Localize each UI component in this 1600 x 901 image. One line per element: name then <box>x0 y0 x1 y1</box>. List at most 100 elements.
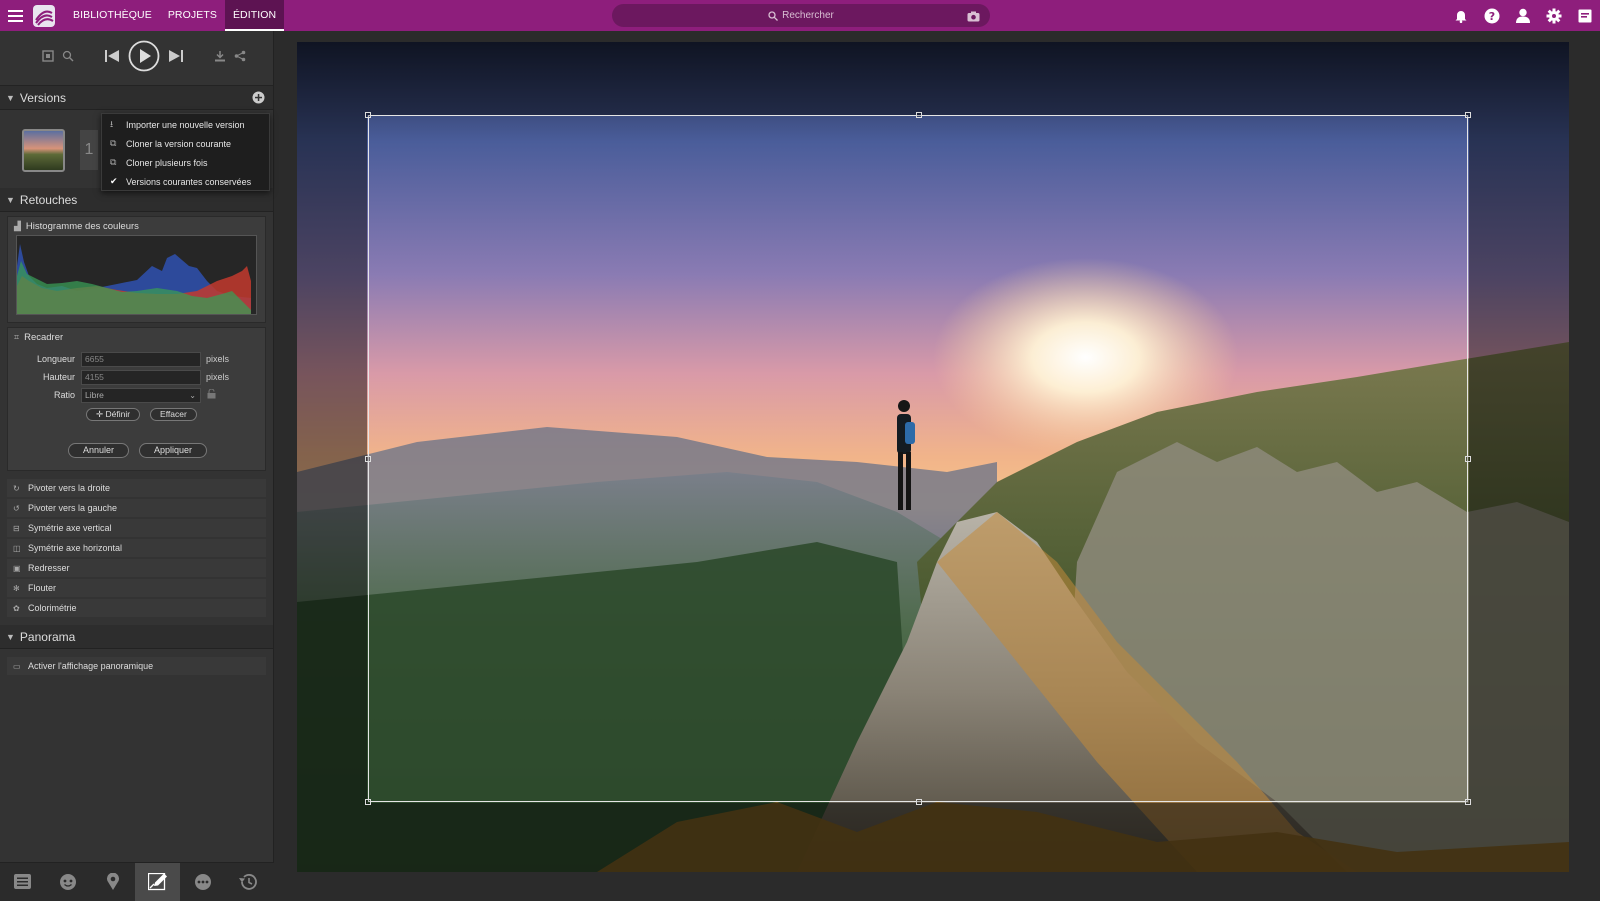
copy-icon: ⧉ <box>110 157 117 167</box>
help-icon[interactable]: ? <box>1482 6 1501 25</box>
bell-icon[interactable] <box>1451 6 1470 25</box>
retouches-header[interactable]: ▼ Retouches <box>0 188 273 212</box>
tool-flip-horizontal[interactable]: ◫ Symétrie axe horizontal <box>7 539 266 557</box>
tool-rotate-right[interactable]: ↻ Pivoter vers la droite <box>7 479 266 497</box>
define-button[interactable]: ✛ Définir <box>86 408 141 421</box>
crop-handle-bottom-left[interactable] <box>365 799 371 805</box>
collapse-triangle-icon[interactable]: ▼ <box>6 93 15 103</box>
cancel-button[interactable]: Annuler <box>68 443 130 458</box>
hamburger-menu-icon[interactable] <box>0 0 31 31</box>
length-label: Longueur <box>36 354 75 364</box>
tool-label: Pivoter vers la droite <box>28 483 111 493</box>
search-input[interactable]: Rechercher <box>782 10 834 21</box>
crop-handle-top-left[interactable] <box>365 112 371 118</box>
nav-projects[interactable]: PROJETS <box>160 0 225 31</box>
user-icon[interactable] <box>1513 6 1532 25</box>
collapse-triangle-icon[interactable]: ▼ <box>6 195 15 205</box>
define-label: Définir <box>105 409 131 419</box>
map-pin-icon <box>106 872 119 890</box>
height-row: Hauteur 4155 pixels <box>8 368 265 386</box>
search-bar[interactable]: Rechercher <box>612 4 990 27</box>
svg-text:?: ? <box>1488 10 1494 23</box>
rotate-left-icon: ↺ <box>13 503 20 513</box>
version-thumbnail[interactable] <box>22 129 65 172</box>
menu-label: Cloner la version courante <box>126 138 232 149</box>
panorama-toggle[interactable]: ▭ Activer l'affichage panoramique <box>7 657 266 675</box>
crop-handle-right[interactable] <box>1465 456 1471 462</box>
lock-icon[interactable] <box>207 388 216 401</box>
tab-edit[interactable] <box>135 862 180 901</box>
skip-previous-icon[interactable] <box>104 48 120 69</box>
tool-label: Symétrie axe vertical <box>28 523 112 533</box>
check-icon: ✔ <box>110 176 118 186</box>
clear-button[interactable]: Effacer <box>150 408 197 421</box>
nav-edition[interactable]: ÉDITION <box>224 0 285 31</box>
length-input[interactable]: 6655 <box>81 351 201 367</box>
panorama-toggle-label: Activer l'affichage panoramique <box>28 661 154 671</box>
main-nav: BIBLIOTHÈQUE PROJETS ÉDITION <box>65 0 285 31</box>
menu-import-version[interactable]: ⭳ Importer une nouvelle version <box>102 115 269 134</box>
ratio-select[interactable]: Libre ⌄ <box>81 387 201 403</box>
panorama-icon: ▭ <box>13 661 21 671</box>
panel-icon[interactable] <box>1575 6 1594 25</box>
more-icon <box>194 873 211 890</box>
camera-icon[interactable] <box>967 9 980 27</box>
player-toolbar <box>0 31 273 86</box>
crop-handle-top-right[interactable] <box>1465 112 1471 118</box>
menu-clone-multiple[interactable]: ⧉ Cloner plusieurs fois <box>102 153 269 172</box>
crop-handle-left[interactable] <box>365 456 371 462</box>
color-histogram <box>16 235 257 315</box>
crop-header[interactable]: ⌗ Recadrer <box>8 328 265 346</box>
tab-faces[interactable] <box>45 863 90 901</box>
tool-label: Symétrie axe horizontal <box>28 543 123 553</box>
height-input[interactable]: 4155 <box>81 369 201 385</box>
crop-handle-bottom-right[interactable] <box>1465 799 1471 805</box>
menu-clone-current[interactable]: ⧉ Cloner la version courante <box>102 134 269 153</box>
collapse-triangle-icon[interactable]: ▼ <box>6 632 15 642</box>
tab-location[interactable] <box>90 863 135 901</box>
app-logo[interactable] <box>33 4 55 27</box>
tab-list[interactable] <box>0 863 45 901</box>
versions-header[interactable]: ▼ Versions <box>0 86 273 110</box>
list-icon <box>14 874 31 889</box>
crop-icon: ⌗ <box>14 331 20 342</box>
apply-button[interactable]: Appliquer <box>139 443 208 458</box>
crop-frame[interactable] <box>365 112 1471 805</box>
retouches-title: Retouches <box>19 192 78 207</box>
version-number[interactable]: 1 <box>80 130 98 170</box>
chevron-down-icon: ⌄ <box>189 390 196 400</box>
panorama-header[interactable]: ▼ Panorama <box>0 625 273 649</box>
tool-flip-vertical[interactable]: ⊟ Symétrie axe vertical <box>7 519 266 537</box>
chart-icon: ▟ <box>14 220 21 231</box>
share-icon[interactable] <box>234 49 246 67</box>
skip-next-icon[interactable] <box>168 48 184 69</box>
tab-more[interactable] <box>180 863 225 901</box>
tool-label: Redresser <box>28 563 70 573</box>
tool-label: Flouter <box>28 583 57 593</box>
gear-icon[interactable] <box>1544 6 1563 25</box>
zoom-icon[interactable] <box>62 49 74 67</box>
play-button[interactable] <box>128 40 160 77</box>
versions-title: Versions <box>19 90 66 105</box>
history-icon <box>239 873 257 890</box>
crop-handle-bottom[interactable] <box>916 799 922 805</box>
tab-history[interactable] <box>225 863 270 901</box>
flip-vertical-icon: ⊟ <box>13 523 20 533</box>
fullscreen-icon[interactable] <box>42 49 54 67</box>
versions-context-menu: ⭳ Importer une nouvelle version ⧉ Cloner l… <box>101 113 270 191</box>
histogram-title: Histogramme des couleurs <box>25 220 139 232</box>
add-version-icon[interactable] <box>252 91 265 107</box>
tool-colorimetry[interactable]: ✿ Colorimétrie <box>7 599 266 617</box>
colorimetry-icon: ✿ <box>13 603 20 613</box>
bottom-tab-bar <box>0 862 274 901</box>
menu-keep-versions[interactable]: ✔ Versions courantes conservées <box>102 172 269 191</box>
download-icon[interactable] <box>214 49 226 67</box>
crop-handle-top[interactable] <box>916 112 922 118</box>
tool-straighten[interactable]: ▣ Redresser <box>7 559 266 577</box>
copy-icon: ⧉ <box>110 138 117 148</box>
nav-library[interactable]: BIBLIOTHÈQUE <box>65 0 160 31</box>
histogram-header[interactable]: ▟ Histogramme des couleurs <box>8 217 265 235</box>
tool-blur[interactable]: ✻ Flouter <box>7 579 266 597</box>
tool-rotate-left[interactable]: ↺ Pivoter vers la gauche <box>7 499 266 517</box>
panorama-title: Panorama <box>19 629 76 644</box>
